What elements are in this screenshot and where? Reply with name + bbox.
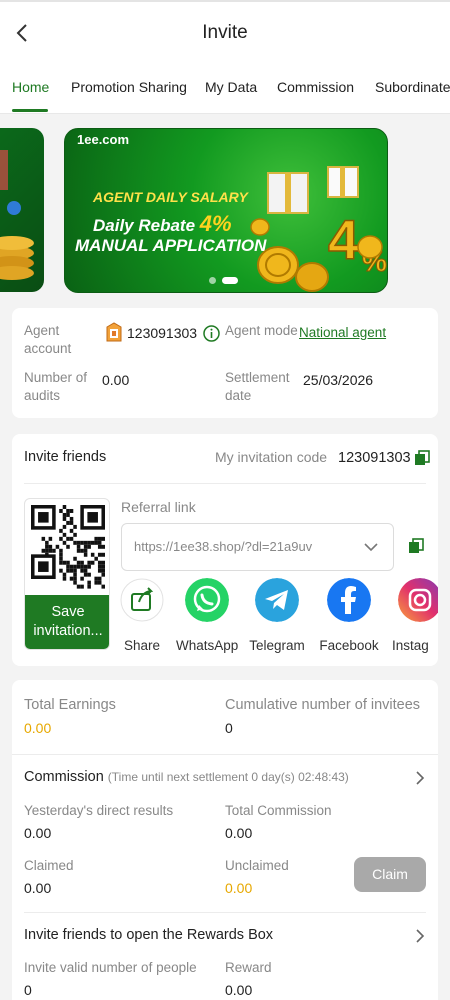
claimed-label: Claimed	[24, 858, 74, 873]
agent-mode-link[interactable]: National agent	[299, 325, 386, 340]
save-invitation-button[interactable]: Save invitation...	[25, 595, 109, 649]
chevron-down-icon[interactable]	[363, 540, 379, 554]
divider	[24, 912, 426, 913]
rewards-box-title[interactable]: Invite friends to open the Rewards Box	[24, 927, 273, 943]
divider	[12, 754, 438, 755]
agent-account-value: 123091303	[127, 325, 198, 341]
banner-slide-agent-salary[interactable]: 1ee.com AGENT DAILY SALARY Daily Rebate …	[64, 128, 388, 293]
reward-value: 0.00	[225, 982, 253, 998]
facebook-icon	[327, 578, 371, 622]
qr-code-image	[31, 505, 105, 589]
carousel-dot[interactable]	[209, 277, 216, 284]
facebook-label: Facebook	[319, 638, 379, 653]
reward-label: Reward	[225, 960, 272, 975]
valid-invitees-value: 0	[24, 982, 32, 998]
agent-info-card: Agent account 123091303 Agent mode Natio…	[12, 308, 438, 418]
svg-text:4: 4	[328, 208, 359, 271]
whatsapp-button[interactable]: WhatsApp	[176, 578, 238, 653]
referral-link-field[interactable]: https://1ee38.shop/?dl=21a9uv	[121, 523, 394, 571]
total-commission-label: Total Commission	[225, 803, 332, 818]
chevron-right-icon[interactable]	[414, 770, 426, 786]
page-title: Invite	[202, 22, 248, 43]
commission-row[interactable]: Commission (Time until next settlement 0…	[24, 769, 349, 785]
invitation-code-value: 123091303	[338, 450, 411, 466]
carousel-dot[interactable]	[222, 277, 238, 284]
yesterday-results-label: Yesterday's direct results	[24, 803, 174, 818]
commission-title: Commission	[24, 769, 104, 785]
banner-subline: MANUAL APPLICATION	[75, 236, 267, 255]
banner-rebate-line: Daily Rebate 4%	[93, 211, 232, 236]
agent-badge-icon	[106, 322, 122, 342]
divider	[24, 483, 426, 484]
tab-home[interactable]: Home	[12, 79, 49, 95]
copy-link-icon[interactable]	[408, 538, 424, 554]
cumulative-invitees-label: Cumulative number of invitees	[225, 697, 421, 713]
previous-banner-slide[interactable]	[0, 128, 44, 292]
share-label: Share	[123, 638, 161, 653]
tab-bar: Home Promotion Sharing My Data Commissio…	[0, 64, 450, 114]
share-button[interactable]: Share	[111, 578, 173, 653]
valid-invitees-label: Invite valid number of people	[24, 960, 197, 975]
tab-promotion-sharing[interactable]: Promotion Sharing	[71, 79, 187, 95]
tab-commission[interactable]: Commission	[277, 79, 354, 95]
instagram-label: Instag	[392, 638, 429, 653]
header-bar: Invite	[0, 0, 450, 64]
info-icon[interactable]	[203, 325, 220, 342]
total-earnings-label: Total Earnings	[24, 697, 116, 713]
qr-code-panel: Save invitation...	[24, 498, 110, 650]
total-earnings-value: 0.00	[24, 720, 52, 736]
telegram-icon	[255, 578, 299, 622]
unclaimed-label: Unclaimed	[225, 858, 289, 873]
copy-code-icon[interactable]	[414, 450, 430, 466]
whatsapp-icon	[185, 578, 229, 622]
telegram-button[interactable]: Telegram	[246, 578, 308, 653]
referral-link-label: Referral link	[121, 499, 196, 515]
settlement-date-label: Settlement date	[225, 370, 290, 403]
facebook-button[interactable]: Facebook	[318, 578, 380, 653]
settlement-countdown: (Time until next settlement 0 day(s) 02:…	[107, 770, 349, 784]
claimed-value: 0.00	[24, 880, 52, 896]
claim-button[interactable]: Claim	[354, 857, 426, 892]
yesterday-results-value: 0.00	[24, 825, 52, 841]
tab-my-data[interactable]: My Data	[205, 79, 257, 95]
banner-carousel[interactable]: 1ee.com AGENT DAILY SALARY Daily Rebate …	[0, 114, 450, 306]
banner-brand: 1ee.com	[77, 132, 130, 147]
unclaimed-value: 0.00	[225, 880, 253, 896]
agent-mode-label: Agent mode	[225, 323, 298, 338]
total-commission-value: 0.00	[225, 825, 253, 841]
banner-headline: AGENT DAILY SALARY	[93, 189, 248, 205]
earnings-card: Total Earnings 0.00 Cumulative number of…	[12, 680, 438, 1000]
audits-label: Number of audits	[24, 370, 88, 403]
settlement-date-value: 25/03/2026	[303, 372, 374, 388]
active-tab-indicator	[12, 109, 48, 112]
chevron-right-icon[interactable]	[414, 928, 426, 944]
invite-friends-title: Invite friends	[24, 449, 107, 465]
invitation-code-label: My invitation code	[215, 449, 328, 465]
tab-subordinate[interactable]: Subordinate	[375, 79, 450, 95]
cumulative-invitees-value: 0	[225, 720, 233, 736]
share-icon	[120, 578, 164, 622]
whatsapp-label: WhatsApp	[176, 638, 239, 653]
carousel-pagination	[209, 277, 238, 284]
telegram-label: Telegram	[249, 638, 305, 653]
audits-value: 0.00	[102, 372, 130, 388]
invite-friends-card: Invite friends My invitation code 123091…	[12, 434, 438, 666]
instagram-button[interactable]: Instag	[390, 578, 438, 653]
gift-coins-illustration: 4 %	[250, 166, 387, 292]
referral-link-value: https://1ee38.shop/?dl=21a9uv	[134, 539, 313, 554]
instagram-icon	[398, 578, 438, 622]
agent-account-label: Agent account	[24, 323, 72, 356]
